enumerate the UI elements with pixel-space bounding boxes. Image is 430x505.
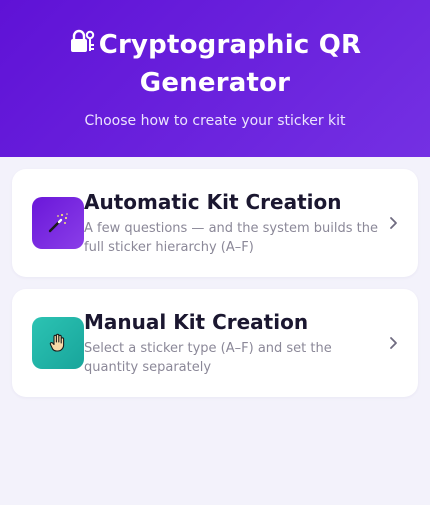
option-text: Automatic Kit Creation A few questions —… xyxy=(84,189,384,257)
option-icon-badge xyxy=(32,197,84,249)
option-icon-badge xyxy=(32,317,84,369)
page-title-text: Cryptographic QR Generator xyxy=(98,30,362,98)
app-header: Cryptographic QR Generator Choose how to… xyxy=(0,0,430,157)
hand-icon xyxy=(49,333,65,352)
option-title: Automatic Kit Creation xyxy=(84,190,342,214)
chevron-right-icon xyxy=(390,217,397,229)
manual-kit-option[interactable]: Manual Kit Creation Select a sticker typ… xyxy=(12,289,418,397)
option-list: Automatic Kit Creation A few questions —… xyxy=(0,157,430,397)
magic-wand-icon xyxy=(48,213,68,233)
page-title: Cryptographic QR Generator xyxy=(0,26,430,102)
chevron-right-icon xyxy=(390,337,397,349)
option-description: Select a sticker type (A–F) and set the … xyxy=(84,341,332,375)
option-description: A few questions — and the system builds … xyxy=(84,221,378,255)
option-title: Manual Kit Creation xyxy=(84,310,309,334)
option-text: Manual Kit Creation Select a sticker typ… xyxy=(84,309,384,377)
page-subtitle: Choose how to create your sticker kit xyxy=(84,113,346,129)
lock-key-icon xyxy=(70,29,94,52)
automatic-kit-option[interactable]: Automatic Kit Creation A few questions —… xyxy=(12,169,418,277)
